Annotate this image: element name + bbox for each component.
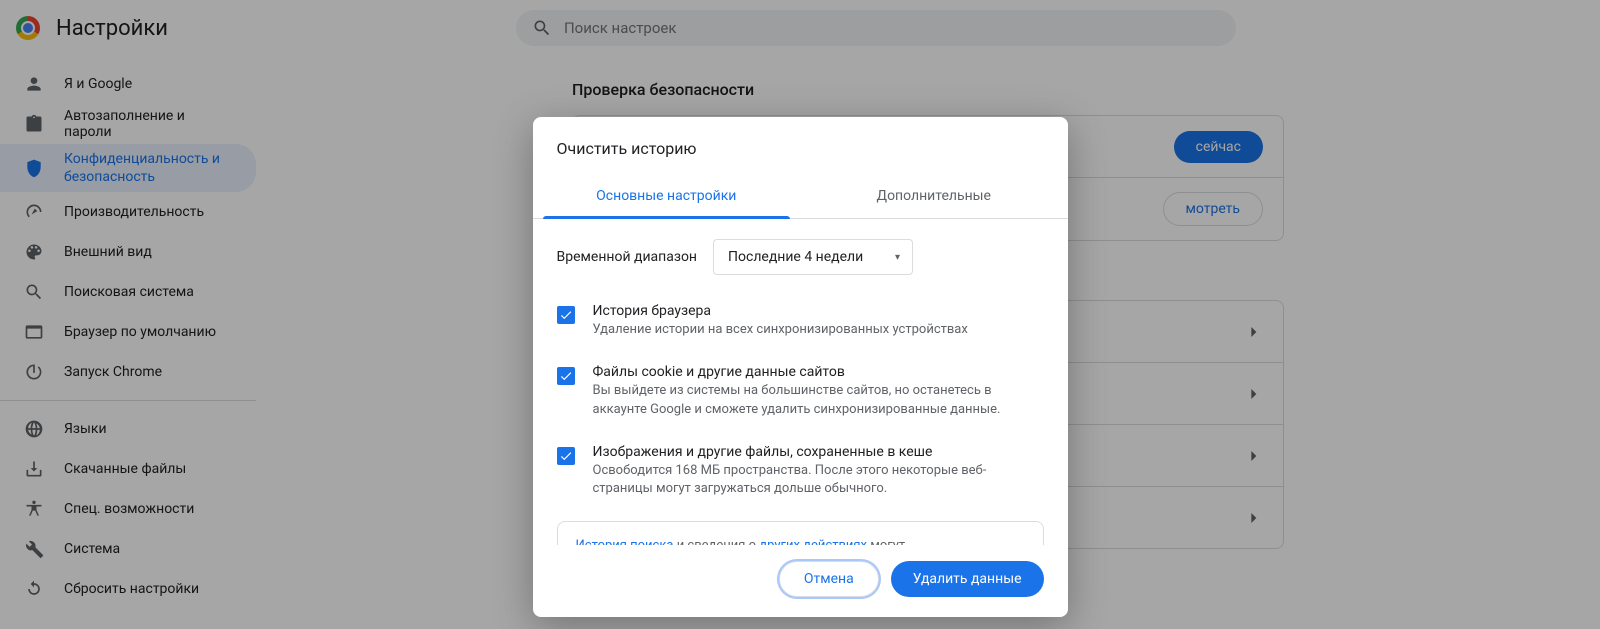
other-activity-link[interactable]: других действиях xyxy=(759,538,867,545)
check-title: Изображения и другие файлы, сохраненные … xyxy=(593,444,1044,460)
time-range-label: Временной диапазон xyxy=(557,249,698,265)
dialog-tabs: Основные настройки Дополнительные xyxy=(533,174,1068,219)
search-history-link[interactable]: История поиска xyxy=(576,538,674,545)
dialog-footer: Отмена Удалить данные xyxy=(533,545,1068,617)
check-icon xyxy=(559,449,573,463)
check-subtitle: Удаление истории на всех синхронизирован… xyxy=(593,321,968,340)
check-row-cookies[interactable]: Файлы cookie и другие данные сайтов Вы в… xyxy=(557,352,1044,432)
dialog-title: Очистить историю xyxy=(533,117,1068,174)
tab-advanced[interactable]: Дополнительные xyxy=(800,174,1068,218)
time-range-select[interactable]: Последние 4 недели xyxy=(713,239,913,275)
check-row-cache[interactable]: Изображения и другие файлы, сохраненные … xyxy=(557,432,1044,512)
modal-overlay: Очистить историю Основные настройки Допо… xyxy=(0,0,1600,629)
clear-history-dialog: Очистить историю Основные настройки Допо… xyxy=(533,117,1068,617)
check-title: Файлы cookie и другие данные сайтов xyxy=(593,364,1044,380)
check-row-browsing-history[interactable]: История браузера Удаление истории на все… xyxy=(557,291,1044,352)
check-subtitle: Освободится 168 МБ пространства. После э… xyxy=(593,462,1044,500)
info-box: История поиска и сведения о других дейст… xyxy=(557,521,1044,545)
info-text: и сведения о xyxy=(673,538,759,545)
info-text: могут xyxy=(867,538,905,545)
time-range-row: Временной диапазон Последние 4 недели xyxy=(557,223,1044,291)
time-range-value: Последние 4 недели xyxy=(728,249,863,265)
check-title: История браузера xyxy=(593,303,968,319)
check-subtitle: Вы выйдете из системы на большинстве сай… xyxy=(593,382,1044,420)
check-icon xyxy=(559,308,573,322)
checkbox-cookies[interactable] xyxy=(557,367,575,385)
dialog-body: Временной диапазон Последние 4 недели Ис… xyxy=(533,219,1068,545)
checkbox-browsing-history[interactable] xyxy=(557,306,575,324)
clear-data-button[interactable]: Удалить данные xyxy=(891,561,1044,597)
check-icon xyxy=(559,369,573,383)
checkbox-cache[interactable] xyxy=(557,447,575,465)
tab-basic[interactable]: Основные настройки xyxy=(533,174,801,218)
cancel-button[interactable]: Отмена xyxy=(779,561,879,597)
